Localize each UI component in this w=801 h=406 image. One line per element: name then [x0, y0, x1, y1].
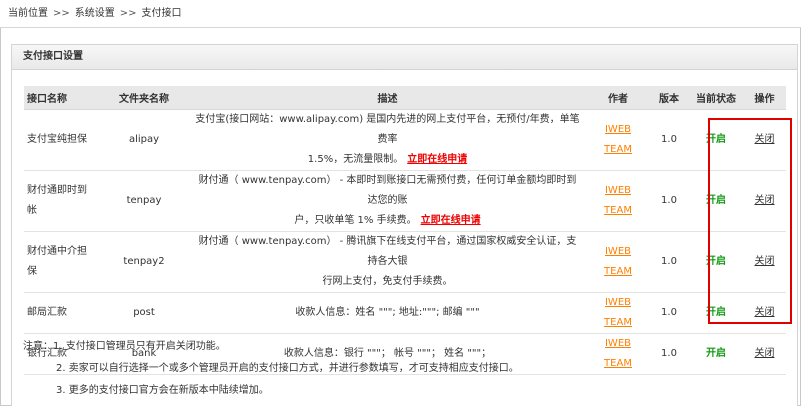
- desc-line: 支付宝(接口网站：www.alipay.com) 是国内先进的网上支付平台，无预…: [195, 114, 580, 145]
- apply-online-link[interactable]: 立即在线申请: [407, 154, 467, 165]
- row-desc: 财付通（ www.tenpay.com） - 本即时到账接口无需预付费，任何订单…: [188, 170, 587, 232]
- panel-title: 支付接口设置: [12, 45, 797, 70]
- apply-online-link[interactable]: 立即在线申请: [421, 215, 481, 226]
- row-folder: alipay: [100, 109, 188, 171]
- note-line: 注意：1. 支付接口管理员只有开启关闭功能。: [23, 341, 226, 352]
- row-name: 财付通即时到帐: [24, 170, 100, 232]
- row-version: 1.0: [649, 170, 689, 232]
- col-header-folder: 文件夹名称: [100, 86, 188, 110]
- col-header-action: 操作: [743, 86, 786, 110]
- table-row: 邮局汇款 post 收款人信息：姓名 """; 地址:"""; 邮编 """ I…: [24, 292, 786, 334]
- breadcrumb-separator: >>: [119, 8, 137, 19]
- notes-section: 注意：1. 支付接口管理员只有开启关闭功能。 2. 卖家可以自行选择一个或多个管…: [23, 336, 783, 402]
- col-header-version: 版本: [649, 86, 689, 110]
- col-header-desc: 描述: [188, 86, 587, 110]
- col-header-status: 当前状态: [689, 86, 743, 110]
- row-author: IWEB TEAM: [587, 292, 649, 334]
- row-name: 邮局汇款: [24, 292, 100, 334]
- table-row: 支付宝纯担保 alipay 支付宝(接口网站：www.alipay.com) 是…: [24, 109, 786, 171]
- breadcrumb-current-location: 当前位置: [8, 8, 48, 19]
- row-name: 支付宝纯担保: [24, 109, 100, 171]
- note-line: 3. 更多的支付接口官方会在新版本中陆续增加。: [56, 385, 269, 396]
- status-highlight-box: [708, 118, 792, 324]
- row-desc: 支付宝(接口网站：www.alipay.com) 是国内先进的网上支付平台，无预…: [188, 109, 587, 171]
- breadcrumb-separator: >>: [53, 8, 70, 19]
- desc-line: 1.5%，无流量限制。 立即在线申请: [194, 150, 581, 170]
- row-author: IWEB TEAM: [587, 231, 649, 293]
- table-row: 财付通中介担保 tenpay2 财付通（ www.tenpay.com） - 腾…: [24, 231, 786, 293]
- author-link[interactable]: IWEB TEAM: [604, 297, 632, 328]
- desc-line: 行网上支付，免支付手续费。: [322, 276, 453, 287]
- note-line: 2. 卖家可以自行选择一个或多个管理员开启的支付接口方式，并进行参数填写，才可支…: [56, 363, 519, 374]
- payment-interface-table: 接口名称 文件夹名称 描述 作者 版本 当前状态 操作 支付宝纯担保 alipa…: [24, 86, 786, 375]
- row-desc: 财付通（ www.tenpay.com） - 腾讯旗下在线支付平台，通过国家权威…: [188, 231, 587, 293]
- breadcrumb-payment-interface: 支付接口: [141, 8, 182, 19]
- col-header-name: 接口名称: [24, 86, 100, 110]
- row-folder: tenpay: [100, 170, 188, 232]
- author-link[interactable]: IWEB TEAM: [604, 246, 632, 277]
- desc-line: 财付通（ www.tenpay.com） - 本即时到账接口无需预付费，任何订单…: [198, 175, 577, 206]
- table-header-row: 接口名称 文件夹名称 描述 作者 版本 当前状态 操作: [24, 86, 786, 110]
- desc-line-end: 1.5%，无流量限制。: [307, 154, 404, 165]
- row-folder: tenpay2: [100, 231, 188, 293]
- desc-line: 户，只收单笔 1% 手续费。 立即在线申请: [194, 211, 581, 231]
- row-version: 1.0: [649, 231, 689, 293]
- row-author: IWEB TEAM: [587, 109, 649, 171]
- row-desc: 收款人信息：姓名 """; 地址:"""; 邮编 """: [188, 292, 587, 334]
- desc-line: 财付通（ www.tenpay.com） - 腾讯旗下在线支付平台，通过国家权威…: [198, 236, 577, 267]
- row-name: 财付通中介担保: [24, 231, 100, 293]
- breadcrumb: 当前位置 >> 系统设置 >> 支付接口: [0, 0, 801, 28]
- row-version: 1.0: [649, 109, 689, 171]
- col-header-author: 作者: [587, 86, 649, 110]
- desc-line-end: 户，只收单笔 1% 手续费。: [294, 215, 417, 226]
- row-version: 1.0: [649, 292, 689, 334]
- table-row: 财付通即时到帐 tenpay 财付通（ www.tenpay.com） - 本即…: [24, 170, 786, 232]
- row-author: IWEB TEAM: [587, 170, 649, 232]
- breadcrumb-system-settings[interactable]: 系统设置: [75, 8, 115, 19]
- author-link[interactable]: IWEB TEAM: [604, 124, 632, 155]
- author-link[interactable]: IWEB TEAM: [604, 185, 632, 216]
- row-folder: post: [100, 292, 188, 334]
